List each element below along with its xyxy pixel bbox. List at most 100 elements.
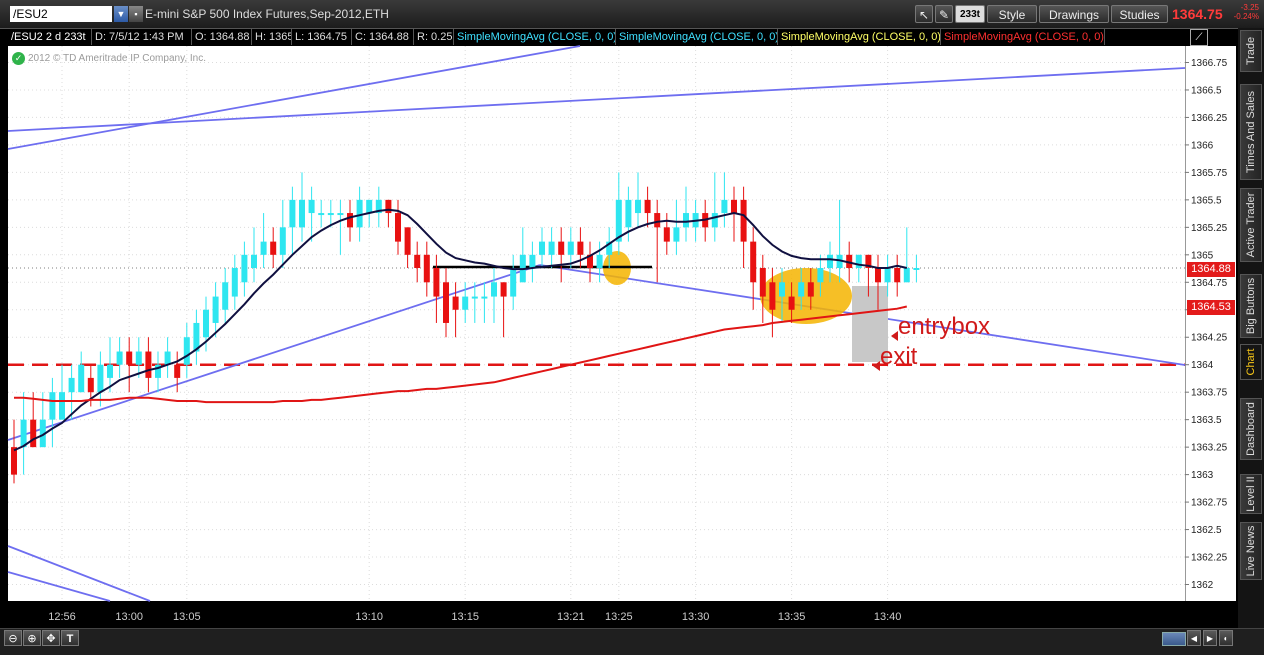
time-tick-label: 13:35 <box>778 611 806 623</box>
price-tick-label: 1362 <box>1191 580 1214 591</box>
price-tick-label: 1364 <box>1191 360 1214 371</box>
candle-body <box>673 227 680 242</box>
time-tick-label: 13:40 <box>874 611 902 623</box>
candle-body <box>654 213 661 228</box>
candle-body <box>596 254 603 268</box>
price-tick-label: 1363.75 <box>1191 388 1228 399</box>
candle-body <box>827 254 833 268</box>
tab-big-buttons-label: Big Buttons <box>1245 277 1257 335</box>
tab-active-trader[interactable]: Active Trader <box>1240 188 1262 262</box>
tab-dashboard[interactable]: Dashboard <box>1240 398 1262 460</box>
tab-active-trader-label: Active Trader <box>1245 192 1257 258</box>
candle-body <box>759 268 766 297</box>
time-tick-label: 12:56 <box>48 611 76 623</box>
candle-body <box>721 199 728 214</box>
price-tick-label: 1366.75 <box>1191 58 1228 69</box>
candle-body <box>433 268 440 297</box>
candle-body <box>635 199 641 214</box>
candle-body <box>87 377 94 393</box>
candle-body <box>212 296 219 323</box>
tab-big-buttons[interactable]: Big Buttons <box>1240 274 1262 338</box>
price-tick-label: 1363.5 <box>1191 415 1222 426</box>
candle-body <box>500 282 507 297</box>
crosshair-icon[interactable]: ✥ <box>42 630 60 646</box>
candle-body <box>231 268 238 297</box>
scroll-left-icon[interactable]: ◀ <box>1187 630 1201 646</box>
candle-body <box>78 364 85 393</box>
candle-body <box>644 199 651 214</box>
candle-body <box>289 199 296 228</box>
candle-body <box>903 268 910 283</box>
candle-body <box>548 241 555 255</box>
candle-body <box>366 199 373 214</box>
candle-body <box>327 213 334 216</box>
candle-body <box>807 282 814 297</box>
candle-body <box>308 199 315 214</box>
candle-body <box>49 392 56 420</box>
price-tick-label: 1365.75 <box>1191 168 1228 179</box>
horizontal-scrollbar-thumb[interactable] <box>1162 632 1186 646</box>
candle-body <box>145 351 152 378</box>
candle-body <box>164 351 171 365</box>
tab-level-ii[interactable]: Level II <box>1240 474 1262 514</box>
price-tick-label: 1365 <box>1191 250 1214 261</box>
tab-level-ii-label: Level II <box>1245 476 1257 512</box>
candle-body <box>462 296 469 310</box>
candle-body <box>779 282 785 297</box>
candle-body <box>260 241 267 255</box>
candle-body <box>97 364 104 393</box>
zoom-fit-icon[interactable]: ◐ <box>1219 630 1233 646</box>
price-tick-label: 1365.25 <box>1191 223 1228 234</box>
candle-body <box>740 199 747 242</box>
entry-annotation: entrybox <box>898 313 990 340</box>
price-chart[interactable]: 1366.75 1366.5 1366.25 1366 1365.75 1365.5 136… <box>0 0 1238 628</box>
candle-body <box>174 364 181 378</box>
candle-body <box>203 309 209 338</box>
time-tick-label: 13:00 <box>115 611 143 623</box>
candle-body <box>337 213 344 216</box>
zoom-out-icon[interactable]: ⊖ <box>4 630 22 646</box>
candle-body <box>913 268 920 270</box>
price-tick-label: 1366 <box>1191 140 1214 151</box>
text-icon[interactable]: T <box>61 630 79 646</box>
tab-trade[interactable]: Trade <box>1240 30 1262 72</box>
tab-live-news-label: Live News <box>1245 525 1257 577</box>
price-tick-label: 1366.25 <box>1191 113 1228 124</box>
time-tick-label: 13:21 <box>557 611 585 623</box>
candle-body <box>567 241 574 255</box>
candle-body <box>443 282 449 323</box>
candle-body <box>481 296 488 299</box>
tab-times-and-sales[interactable]: Times And Sales <box>1240 84 1262 180</box>
tab-chart[interactable]: Chart <box>1240 344 1262 380</box>
candle-body <box>875 268 881 283</box>
candle-body <box>452 296 459 310</box>
tab-live-news[interactable]: Live News <box>1240 522 1262 580</box>
candle-body <box>855 254 862 268</box>
candle-body <box>539 241 545 255</box>
price-tick-label: 1362.75 <box>1191 498 1228 509</box>
bottom-toolbar: ⊖ ⊕ ✥ T ◀ ▶ ◐ <box>0 628 1264 655</box>
candle-body <box>107 364 113 378</box>
chart-plot-area <box>8 46 1185 601</box>
candle-body <box>241 254 248 283</box>
candle-body <box>491 282 497 297</box>
price-tick-label: 1365.5 <box>1191 195 1222 206</box>
tab-times-and-sales-label: Times And Sales <box>1245 90 1257 174</box>
scroll-right-icon[interactable]: ▶ <box>1203 630 1217 646</box>
time-tick-label: 13:15 <box>451 611 479 623</box>
candle-body <box>385 199 392 214</box>
candle-body <box>894 268 901 283</box>
candle-body <box>251 254 257 268</box>
candle-body <box>750 241 757 283</box>
price-tick-label: 1363 <box>1191 470 1214 481</box>
candle-body <box>558 241 565 255</box>
copyright-text: 2012 © TD Ameritrade IP Company, Inc. <box>28 53 207 64</box>
candle-body <box>20 419 27 448</box>
candle-body <box>711 213 718 228</box>
zoom-in-icon[interactable]: ⊕ <box>23 630 41 646</box>
candle-body <box>683 213 689 228</box>
candle-body <box>471 296 478 299</box>
candle-body <box>347 213 353 228</box>
candle-body <box>68 377 75 393</box>
ma-price-badge: 1364.53 <box>1187 300 1235 315</box>
